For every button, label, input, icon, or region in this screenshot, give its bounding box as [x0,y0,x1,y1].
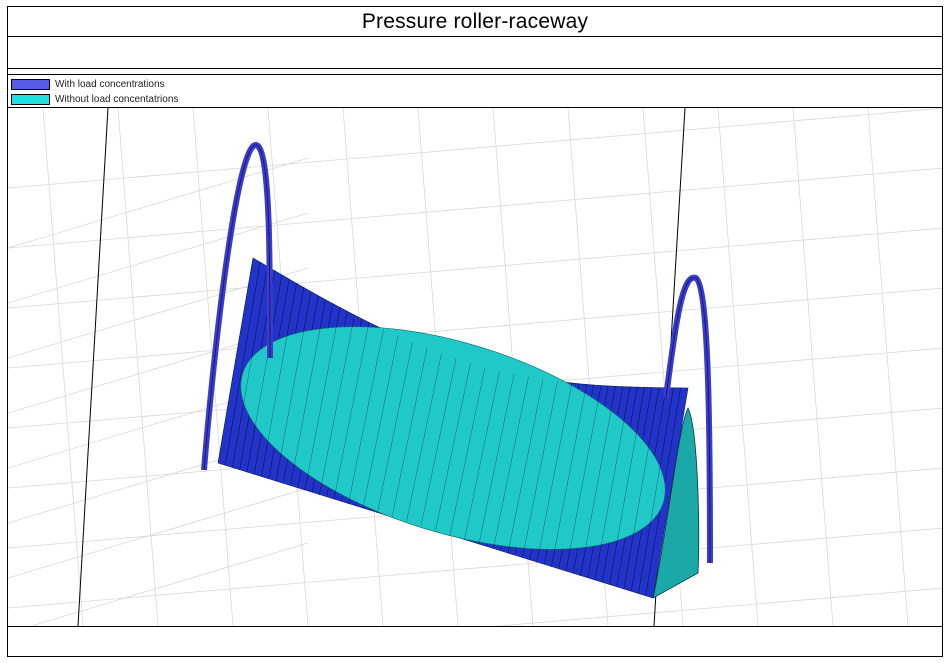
grid-line [792,108,834,626]
legend-item-without-load: Without load concentatrions [11,92,178,106]
axis-line [77,108,109,626]
grid-line [42,108,84,626]
pressure-surface [201,142,713,599]
grid-line [29,542,309,626]
legend-item-with-load: With load concentrations [11,77,165,91]
grid-line [8,227,942,309]
surface-plot [8,108,942,626]
grid-line [8,108,942,189]
grid-line [494,587,942,626]
legend-swatch-with-load [11,78,50,90]
legend: With load concentrations Without load co… [8,74,942,108]
chart-title: Pressure roller-raceway [361,9,589,33]
toolbar-area [8,37,942,69]
plot-area[interactable] [8,108,942,626]
status-bar [8,626,942,657]
title-bar: Pressure roller-raceway [8,7,942,37]
grid-line [867,108,909,626]
legend-label-with-load: With load concentrations [55,78,165,90]
grid-line [8,167,942,249]
grid-line [8,487,309,579]
legend-label-without-load: Without load concentatrions [55,93,179,105]
chart-frame: Pressure roller-raceway With load concen… [7,6,943,657]
legend-swatch-without-load [11,93,50,105]
grid-line [117,108,159,626]
